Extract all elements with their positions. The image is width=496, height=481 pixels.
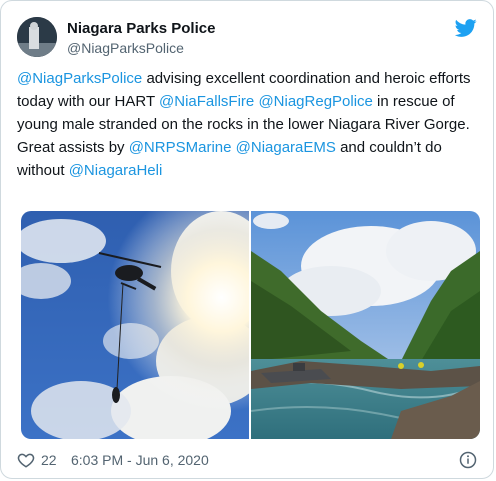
tweet-footer: 22 6:03 PM - Jun 6, 2020 <box>17 449 477 473</box>
like-count[interactable]: 22 <box>41 452 57 468</box>
mention-link[interactable]: @NiagaraHeli <box>69 162 163 179</box>
user-handle[interactable]: @NiagParksPolice <box>67 39 215 57</box>
tweet-timestamp[interactable]: 6:03 PM - Jun 6, 2020 <box>71 452 209 468</box>
twitter-bird-icon[interactable] <box>454 17 477 39</box>
river-gorge-photo[interactable] <box>250 211 480 439</box>
mention-link[interactable]: @NRPSMarine <box>129 139 232 156</box>
tweet-text: @NiagParksPolice advising excellent coor… <box>17 67 472 182</box>
avatar[interactable] <box>17 17 57 57</box>
mention-link[interactable]: @NiagParksPolice <box>17 70 142 87</box>
author-names: Niagara Parks Police @NiagParksPolice <box>67 19 215 57</box>
mention-link[interactable]: @NiagRegPolice <box>258 93 372 110</box>
heart-icon[interactable] <box>17 451 35 469</box>
mention-link[interactable]: @NiaFallsFire <box>159 93 254 110</box>
tweet-media <box>21 211 480 439</box>
info-icon[interactable] <box>459 451 477 469</box>
tweet-card: Niagara Parks Police @NiagParksPolice @N… <box>0 0 494 479</box>
mention-link[interactable]: @NiagaraEMS <box>236 139 336 156</box>
helicopter-photo[interactable] <box>21 211 271 439</box>
display-name[interactable]: Niagara Parks Police <box>67 19 215 39</box>
tweet-header: Niagara Parks Police @NiagParksPolice <box>17 17 477 65</box>
